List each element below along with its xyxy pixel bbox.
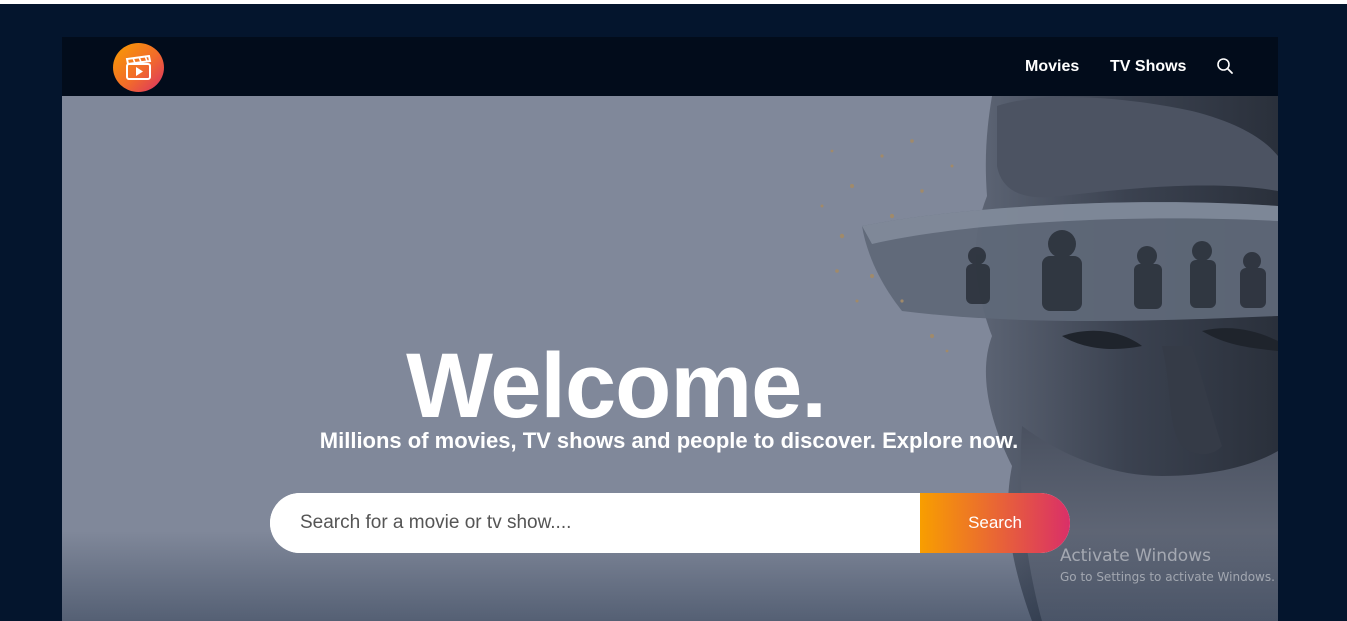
- clapperboard-play-icon: [125, 55, 152, 80]
- nav-movies[interactable]: Movies: [1025, 58, 1079, 76]
- windows-activation-watermark: Activate Windows Go to Settings to activ…: [1060, 546, 1275, 584]
- search-input[interactable]: [270, 493, 920, 553]
- site-header: Movies TV Shows: [62, 37, 1278, 96]
- search-button[interactable]: Search: [920, 493, 1070, 553]
- site-logo[interactable]: [113, 43, 164, 92]
- app-container: Movies TV Shows Welcome. Millions of mov…: [62, 37, 1278, 621]
- hero-subtitle: Millions of movies, TV shows and people …: [319, 428, 1019, 453]
- hero-search-bar: Search: [270, 493, 1070, 553]
- watermark-subtitle: Go to Settings to activate Windows.: [1060, 570, 1275, 584]
- watermark-title: Activate Windows: [1060, 546, 1211, 566]
- page-background: Movies TV Shows Welcome. Millions of mov…: [0, 4, 1347, 621]
- nav-tv-shows[interactable]: TV Shows: [1110, 58, 1186, 76]
- hero-banner: Welcome. Millions of movies, TV shows an…: [62, 96, 1278, 621]
- search-icon[interactable]: [1216, 57, 1234, 75]
- hero-title: Welcome.: [406, 335, 827, 437]
